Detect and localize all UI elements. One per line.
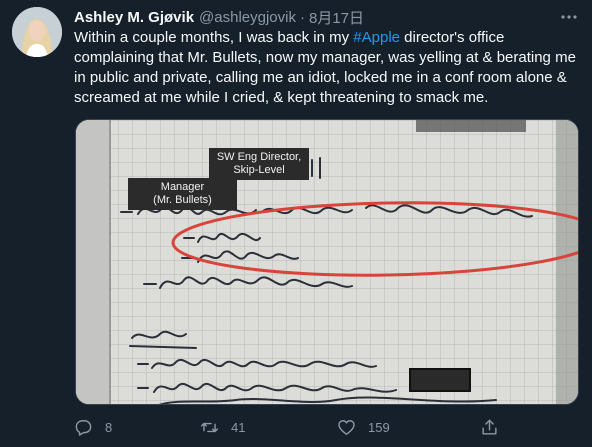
heart-icon: [338, 419, 355, 435]
retweet-count: 41: [231, 419, 246, 435]
tweet-media-image[interactable]: SW Eng Director, Skip-Level Manager (Mr.…: [75, 119, 579, 405]
tweet-text-part-1: Within a couple months, I was back in my: [74, 29, 354, 46]
reply-icon: [75, 419, 92, 436]
director-label-line2: Skip-Level: [233, 164, 285, 176]
reply-button[interactable]: 8: [74, 415, 112, 439]
tweet[interactable]: Ashley M. Gjøvik @ashleygjovik · 8月17日 W…: [0, 0, 592, 447]
tweet-actions: 8 41 159: [74, 415, 514, 439]
retweet-button[interactable]: 41: [200, 415, 245, 439]
user-handle[interactable]: @ashleygjovik: [199, 9, 296, 26]
manager-label-line2: (Mr. Bullets): [153, 194, 212, 206]
tweet-date[interactable]: 8月17日: [309, 7, 364, 28]
redaction-box: [409, 368, 471, 392]
retweet-icon: [200, 422, 219, 432]
display-name[interactable]: Ashley M. Gjøvik: [74, 9, 194, 26]
avatar-image: [12, 7, 62, 57]
avatar[interactable]: [12, 7, 62, 57]
manager-label-line1: Manager: [160, 181, 205, 193]
more-horizontal-icon[interactable]: [555, 6, 583, 28]
hashtag-link[interactable]: #Apple: [353, 29, 400, 46]
share-button[interactable]: [480, 415, 511, 439]
share-icon: [482, 419, 497, 435]
separator-dot: ·: [299, 8, 305, 26]
director-label-line1: SW Eng Director,: [216, 151, 302, 163]
tweet-text: Within a couple months, I was back in my…: [74, 28, 586, 108]
notebook-photo: [76, 120, 578, 404]
like-count: 159: [368, 419, 390, 435]
director-label: SW Eng Director, Skip-Level: [209, 148, 309, 180]
like-button[interactable]: 159: [337, 415, 390, 439]
reply-count: 8: [105, 419, 113, 435]
manager-label: Manager (Mr. Bullets): [128, 178, 237, 210]
tweet-header: Ashley M. Gjøvik @ashleygjovik · 8月17日: [74, 7, 364, 27]
